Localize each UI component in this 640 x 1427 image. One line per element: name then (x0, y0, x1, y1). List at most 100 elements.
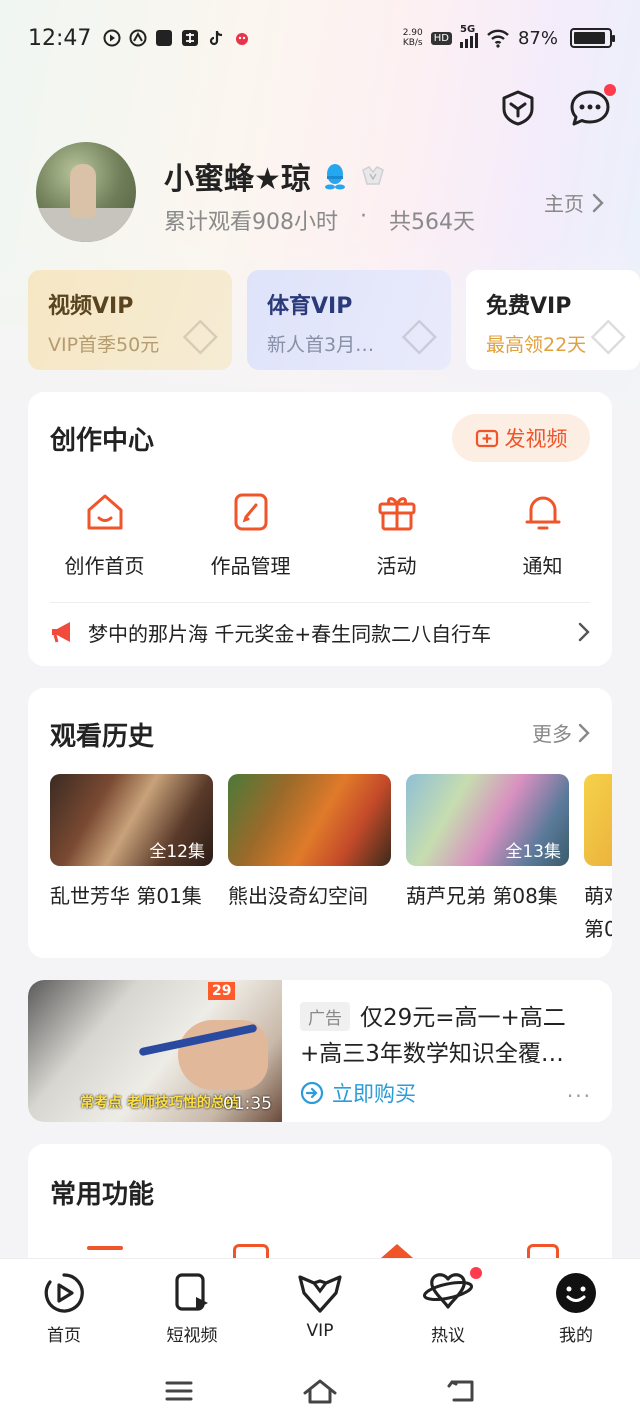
qq-penguin-icon[interactable] (323, 162, 347, 190)
sports-vip-card[interactable]: 体育VIP 新人首3月… ◇ (247, 270, 451, 370)
system-navigation-bar (0, 1371, 640, 1411)
tool-works-management[interactable]: 作品管理 (181, 490, 320, 579)
ad-duration: 01:35 (223, 1094, 272, 1114)
username-row: 小蜜蜂★琼 (164, 154, 387, 198)
tab-hot-discussion[interactable]: 热议 (384, 1267, 512, 1346)
status-bar: 12:47 2.90 KB/s HD 5G 87% (0, 18, 640, 58)
tool-label: 通知 (522, 554, 563, 578)
tool-notifications[interactable]: 通知 (473, 490, 612, 579)
ad-caption: 常考点 老师技巧性的总结 (80, 1095, 239, 1111)
function-icon-1[interactable] (35, 1244, 174, 1258)
function-icon-2[interactable] (181, 1244, 320, 1258)
function-icon-3[interactable] (327, 1244, 466, 1258)
signal-icon: 5G (459, 24, 478, 48)
vip-level-icon[interactable] (359, 162, 387, 190)
post-video-button[interactable]: 发视频 (452, 414, 590, 462)
wifi-icon (487, 29, 509, 48)
gift-icon (378, 497, 415, 531)
homepage-link[interactable]: 主页 (544, 188, 604, 217)
history-item[interactable]: 全13集 葫芦兄弟 第08集 (406, 774, 569, 909)
top-actions (496, 84, 616, 130)
notification-icons (103, 29, 251, 47)
ad-card[interactable]: 29 常考点 老师技巧性的总结 01:35 仅29元=高一+高二+高三3年数学知… (28, 980, 612, 1122)
episode-badge: 全12集 (149, 842, 205, 862)
red-app-notify-icon (236, 33, 249, 45)
function-icon-4[interactable] (473, 1244, 612, 1258)
back-icon[interactable] (446, 1378, 476, 1404)
tab-mine[interactable]: 我的 (512, 1271, 640, 1346)
messages-button[interactable] (568, 84, 616, 130)
video-title: 葫芦兄弟 第08集 (406, 884, 558, 908)
planet-icon (422, 1273, 474, 1309)
net-speed: 2.90 KB/s (402, 28, 423, 48)
tab-label: 短视频 (166, 1326, 218, 1346)
video-title: 萌鸡 (584, 884, 612, 908)
shield-icon (502, 90, 534, 126)
history-more-link[interactable]: 更多 (532, 718, 590, 747)
tab-vip[interactable]: VIP (256, 1271, 384, 1346)
video-add-icon (475, 429, 498, 448)
announcement-row[interactable]: 梦中的那片海 千元奖金+春生同款二八自行车 (50, 614, 590, 650)
tool-activities[interactable]: 活动 (327, 490, 466, 579)
ad-price-tag: 29 (208, 982, 236, 1000)
history-item[interactable]: 萌鸡 第0 (584, 774, 612, 942)
ticket-watermark-icon: ◇ (590, 306, 626, 360)
tab-label: VIP (306, 1321, 334, 1341)
ad-more-options[interactable]: ··· (567, 1084, 592, 1108)
edit-icon (234, 493, 267, 531)
video-thumbnail: 全13集 (406, 774, 569, 866)
bottom-navigation: 首页 短视频 VIP 热议 我的 (0, 1258, 640, 1427)
more-label: 更多 (532, 722, 572, 746)
tab-label: 热议 (431, 1326, 465, 1346)
ad-label: 广告 (300, 1002, 350, 1031)
video-title: 熊出没奇幻空间 (228, 884, 368, 908)
creation-tools: 创作首页 作品管理 活动 通知 (28, 490, 612, 579)
history-list: 全12集 乱世芳华 第01集 熊出没奇幻空间 全13集 葫芦兄弟 第08集 萌鸡… (50, 774, 612, 944)
buy-now-label: 立即购买 (332, 1082, 416, 1106)
battery-percent: 87% (517, 27, 558, 49)
tool-label: 活动 (376, 554, 417, 578)
menu-icon[interactable] (164, 1379, 194, 1403)
free-vip-card[interactable]: 免费VIP 最高领22天 ◇ (466, 270, 640, 370)
member-days: 共564天 (389, 210, 475, 235)
watch-time: 累计观看908小时 (164, 210, 338, 235)
vip-cards: 视频VIP VIP首季50元 ◇ 体育VIP 新人首3月… ◇ 免费VIP 最高… (28, 270, 640, 370)
function-icons-row (28, 1244, 612, 1258)
network-type: 5G (459, 24, 476, 35)
chevron-right-icon (578, 723, 590, 742)
video-thumbnail (228, 774, 391, 866)
tool-creation-home[interactable]: 创作首页 (35, 490, 174, 579)
watch-history-title: 观看历史 (50, 722, 155, 752)
shield-button[interactable] (496, 86, 540, 130)
username: 小蜜蜂★琼 (164, 162, 311, 197)
buy-now-button[interactable]: 立即购买 (300, 1078, 416, 1108)
history-item[interactable]: 熊出没奇幻空间 (228, 774, 391, 909)
video-vip-card[interactable]: 视频VIP VIP首季50元 ◇ (28, 270, 232, 370)
tool-label: 创作首页 (64, 554, 145, 578)
divider (50, 602, 590, 603)
homepage-label: 主页 (544, 192, 584, 216)
play-notify-icon (103, 29, 121, 47)
hd-badge: HD (430, 31, 452, 45)
home-nav-icon[interactable] (302, 1377, 338, 1405)
post-video-label: 发视频 (504, 427, 568, 451)
avatar[interactable] (36, 142, 136, 242)
video-title-line2: 第0 (584, 917, 612, 941)
bell-icon (525, 496, 560, 530)
short-video-icon (175, 1273, 208, 1311)
unread-dot (604, 84, 616, 96)
ad-video-thumbnail[interactable]: 29 常考点 老师技巧性的总结 01:35 (28, 980, 282, 1122)
tab-home[interactable]: 首页 (0, 1271, 128, 1346)
chevron-right-icon (578, 622, 590, 642)
profile-section: 小蜜蜂★琼 累计观看908小时 · 共564天 主页 (36, 142, 616, 242)
crown-watermark-icon: ◇ (182, 306, 218, 360)
episode-badge: 全13集 (505, 842, 561, 862)
megaphone-icon (52, 622, 70, 643)
an-app-notify-icon (182, 30, 199, 46)
watch-history-card: 观看历史 更多 全12集 乱世芳华 第01集 熊出没奇幻空间 全13集 葫芦兄弟… (28, 688, 612, 958)
announcement-text: 梦中的那片海 千元奖金+春生同款二八自行车 (88, 621, 492, 646)
tab-label: 我的 (559, 1326, 593, 1346)
tab-bar: 首页 短视频 VIP 热议 我的 (0, 1267, 640, 1346)
history-item[interactable]: 全12集 乱世芳华 第01集 (50, 774, 213, 909)
tab-short-video[interactable]: 短视频 (128, 1271, 256, 1346)
